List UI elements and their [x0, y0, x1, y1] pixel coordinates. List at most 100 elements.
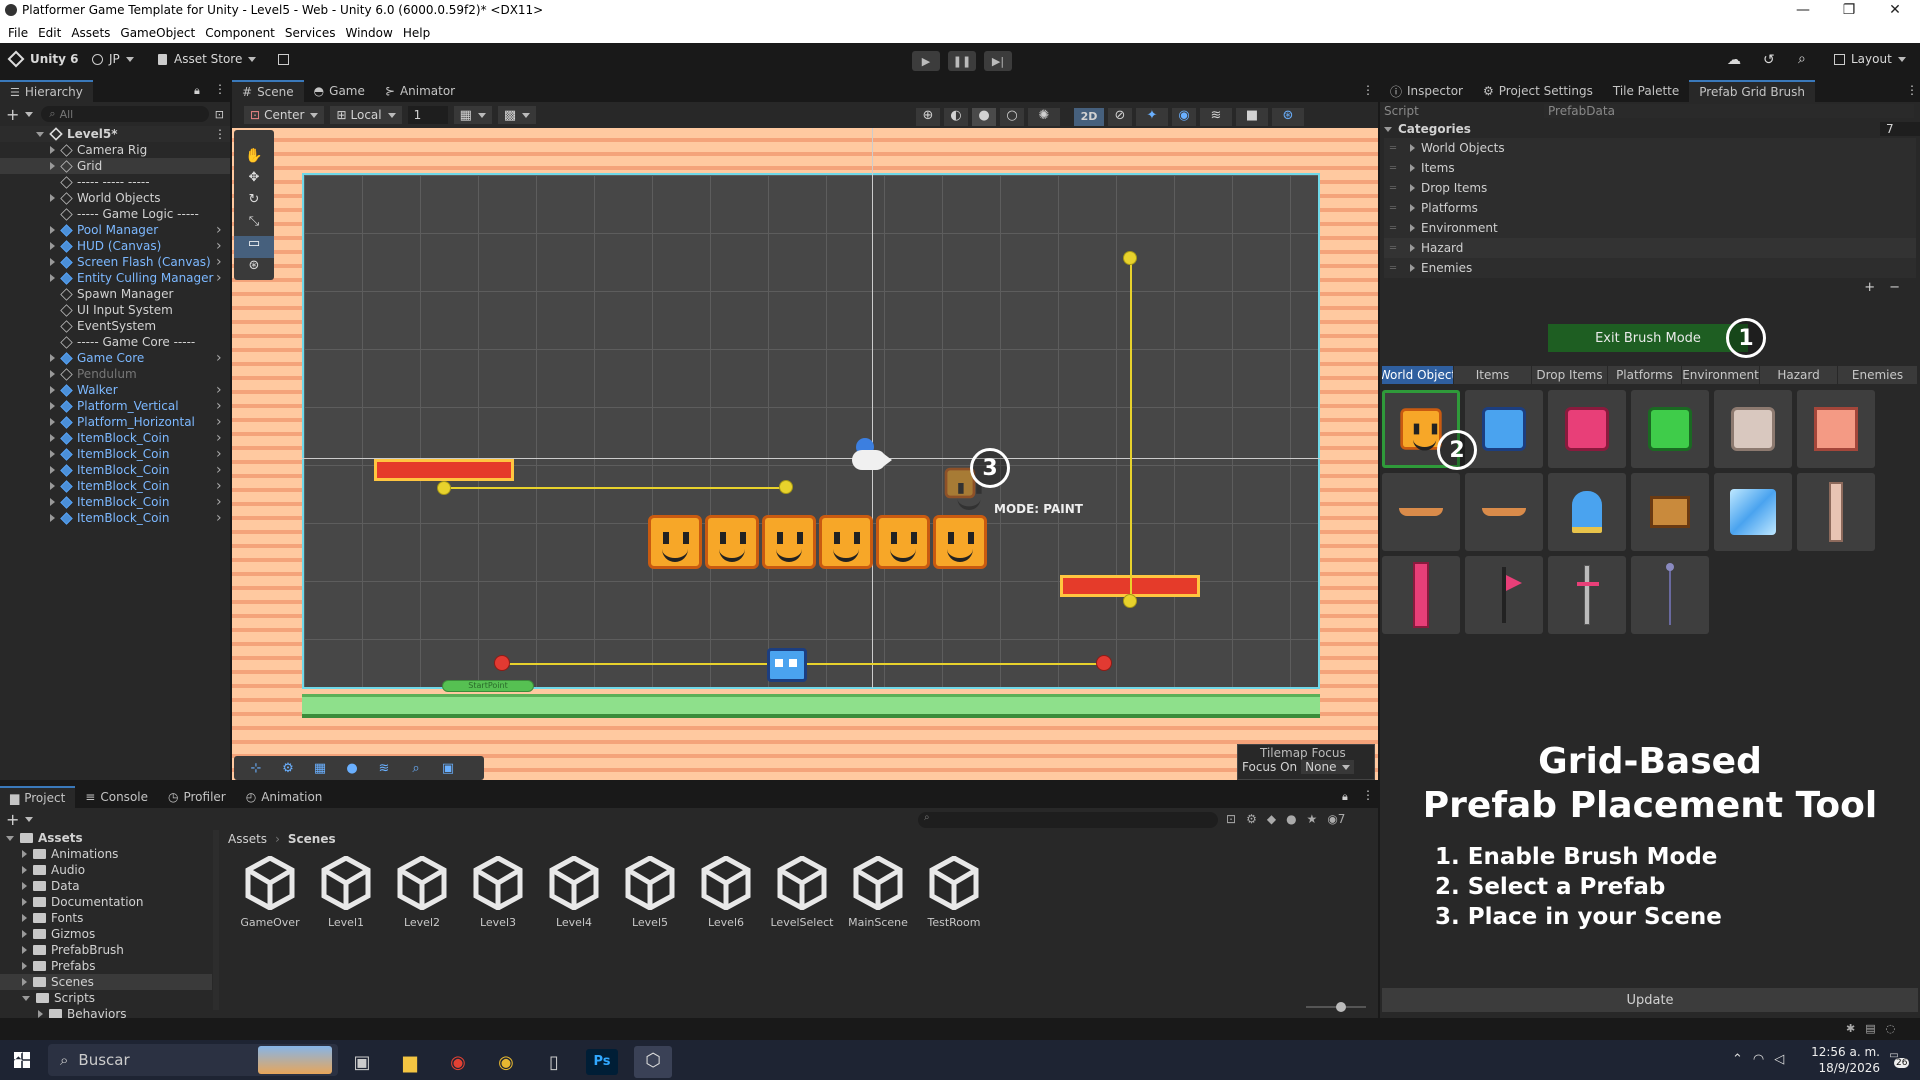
more-menu-icon[interactable]: ⋮ [1906, 83, 1918, 97]
minimize-button[interactable]: — [1780, 0, 1826, 22]
folder-tree-item[interactable]: Documentation [0, 894, 212, 910]
folder-tree-item[interactable]: Scripts [0, 990, 212, 1006]
expand-arrow-icon[interactable] [50, 226, 55, 234]
status-check-icon[interactable]: ◌ [1886, 1022, 1896, 1035]
scene-asset[interactable]: MainScene [840, 855, 916, 929]
prefab-tile-pillar[interactable] [1797, 473, 1875, 551]
prefab-tile-flag[interactable] [1465, 556, 1543, 634]
hierarchy-item[interactable]: Platform_Horizontal › [0, 414, 230, 430]
menu-help[interactable]: Help [403, 26, 430, 40]
expand-arrow-icon[interactable] [50, 466, 55, 474]
hierarchy-item[interactable]: ItemBlock_Coin › [0, 462, 230, 478]
notepad-icon[interactable]: ▯ [538, 1052, 570, 1073]
pivot-dropdown[interactable]: ⊡ Center [244, 106, 325, 124]
folder-tree-item[interactable]: PrefabBrush [0, 942, 212, 958]
expand-arrow-icon[interactable] [1410, 204, 1416, 212]
prefab-tile-checkpoint[interactable] [1548, 473, 1626, 551]
chevron-right-icon[interactable]: › [216, 494, 222, 510]
chevron-right-icon[interactable]: › [216, 462, 222, 478]
scale-tool-icon[interactable]: ⤡ [234, 214, 274, 236]
version-control-icon[interactable] [278, 54, 289, 65]
hierarchy-item[interactable]: Walker › [0, 382, 230, 398]
increment-snap-dropdown[interactable]: ▩ [497, 106, 537, 124]
chevron-right-icon[interactable]: › [216, 398, 222, 414]
chrome-profile-icon[interactable]: ◉ [490, 1052, 522, 1073]
item-block-coin[interactable] [819, 515, 873, 569]
expand-arrow-icon[interactable] [50, 498, 55, 506]
unlit-icon[interactable]: ○ [1000, 108, 1024, 126]
prefab-tile-pink-block[interactable] [1548, 390, 1626, 468]
chevron-right-icon[interactable]: › [216, 478, 222, 494]
palette-tab[interactable]: Environment [1682, 366, 1760, 384]
tab-project-settings[interactable]: ⚙ Project Settings [1473, 80, 1603, 102]
walker-enemy[interactable] [767, 648, 807, 682]
layers-icon[interactable]: ≋ [1200, 108, 1232, 126]
drag-handle-icon[interactable]: ═ [1390, 143, 1396, 154]
hierarchy-item[interactable]: HUD (Canvas) › [0, 238, 230, 254]
expand-arrow-icon[interactable] [22, 995, 30, 1001]
expand-arrow-icon[interactable] [22, 914, 27, 922]
hierarchy-item[interactable]: Spawn Manager [0, 286, 230, 302]
expand-arrow-icon[interactable] [22, 962, 27, 970]
tab-animator[interactable]: ⊱ Animator [375, 80, 465, 102]
category-item[interactable]: ═ Enemies [1384, 258, 1916, 278]
more-menu-icon[interactable]: ⋮ [1362, 83, 1374, 97]
menu-window[interactable]: Window [346, 26, 393, 40]
script-value[interactable]: PrefabData [1544, 104, 1914, 118]
chevron-right-icon[interactable]: › [216, 350, 222, 366]
prefab-tile-pendulum[interactable] [1631, 556, 1709, 634]
walker-path-point[interactable] [1096, 655, 1112, 671]
tab-project[interactable]: ▆ Project [0, 786, 76, 808]
drag-handle-icon[interactable]: ═ [1390, 163, 1396, 174]
prefab-tile-green-block[interactable] [1631, 390, 1709, 468]
bug-icon[interactable]: ✱ [1846, 1022, 1855, 1035]
move-tool-icon[interactable]: ✥ [234, 170, 274, 192]
history-icon[interactable]: ↺ [1763, 52, 1775, 68]
hierarchy-item[interactable]: Pool Manager › [0, 222, 230, 238]
expand-arrow-icon[interactable] [22, 898, 27, 906]
expand-arrow-icon[interactable] [50, 402, 55, 410]
expand-arrow-icon[interactable] [22, 850, 27, 858]
project-search-input[interactable]: ⌕ [918, 812, 1218, 828]
walker-path-point[interactable] [494, 655, 510, 671]
rect-tool-icon[interactable]: ▭ [234, 236, 274, 258]
tab-animation[interactable]: ◴ Animation [236, 786, 333, 808]
prefab-tile-crate[interactable] [1797, 390, 1875, 468]
expand-arrow-icon[interactable] [50, 418, 55, 426]
hierarchy-item[interactable]: UI Input System [0, 302, 230, 318]
tab-hierarchy[interactable]: ☰ Hierarchy [0, 80, 93, 102]
search-error-icon[interactable]: ● [1286, 812, 1296, 826]
space-dropdown[interactable]: ⊞ Local [330, 106, 402, 124]
hierarchy-item[interactable]: ItemBlock_Coin › [0, 510, 230, 526]
scene-asset[interactable]: TestRoom [916, 855, 992, 929]
chevron-up-icon[interactable]: ⌃ [1732, 1052, 1743, 1067]
palette-tab[interactable]: Enemies [1838, 366, 1918, 384]
hierarchy-search-input[interactable]: ⌕ All [41, 106, 209, 122]
windows-start-icon[interactable] [14, 1052, 30, 1068]
expand-arrow-icon[interactable] [50, 450, 55, 458]
prefab-tile-chest[interactable] [1631, 473, 1709, 551]
hidden-packages-toggle[interactable]: ◉ 7 [1327, 812, 1345, 826]
scene-asset[interactable]: GameOver [232, 855, 308, 929]
tab-prefab-grid-brush[interactable]: Prefab Grid Brush [1689, 80, 1815, 102]
file-explorer-icon[interactable]: ▆ [394, 1052, 426, 1073]
prefab-tile-platform-small[interactable] [1382, 473, 1460, 551]
expand-arrow-icon[interactable] [50, 274, 55, 282]
gizmos-icon[interactable]: ⊛ [1272, 108, 1304, 126]
folder-tree-item[interactable]: Gizmos [0, 926, 212, 942]
close-button[interactable]: ✕ [1872, 0, 1918, 22]
search-label-icon[interactable]: ⚙ [1246, 812, 1257, 826]
taskbar-search[interactable]: ⌕ Buscar [48, 1044, 338, 1076]
menu-assets[interactable]: Assets [71, 26, 110, 40]
expand-arrow-icon[interactable] [38, 1010, 43, 1018]
volume-icon[interactable]: ◁ [1774, 1052, 1784, 1067]
menu-component[interactable]: Component [205, 26, 275, 40]
palette-icon[interactable]: ▣ [436, 761, 460, 776]
item-block-coin[interactable] [933, 515, 987, 569]
expand-arrow-icon[interactable] [1410, 224, 1416, 232]
hierarchy-item[interactable]: Platform_Vertical › [0, 398, 230, 414]
expand-arrow-icon[interactable] [50, 242, 55, 250]
favorite-icon[interactable]: ★ [1307, 812, 1318, 826]
chevron-right-icon[interactable]: › [216, 430, 222, 446]
visibility-icon[interactable]: ◉ [1172, 108, 1196, 126]
